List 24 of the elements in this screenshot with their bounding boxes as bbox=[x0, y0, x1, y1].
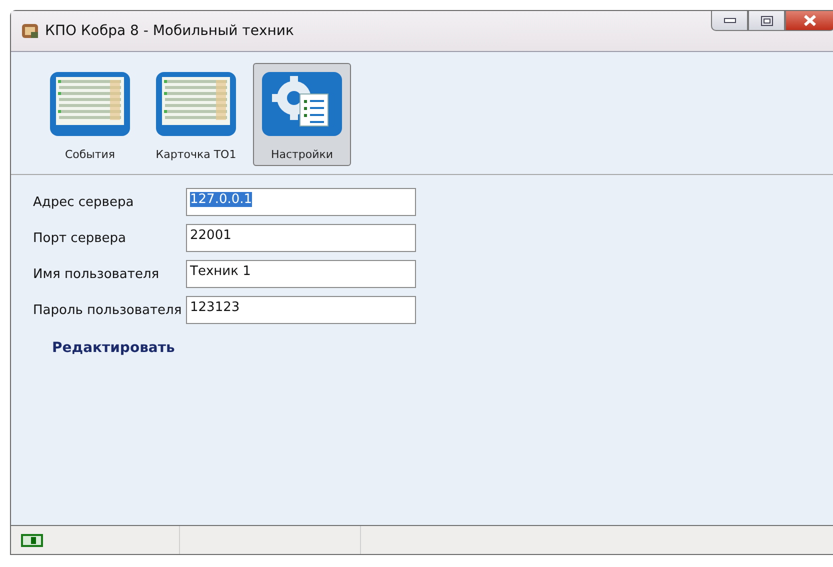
minimize-icon bbox=[724, 18, 736, 23]
toolbar-button[interactable]: Карточка ТО1 bbox=[147, 63, 245, 166]
field-label: Порт сервера bbox=[33, 230, 127, 246]
input-field[interactable]: Техник 1 bbox=[186, 260, 416, 288]
input-field[interactable]: 123123 bbox=[186, 296, 416, 324]
gear-document-icon bbox=[262, 72, 342, 136]
input-field[interactable]: 127.0.0.1 bbox=[186, 188, 416, 216]
minimize-button[interactable] bbox=[711, 11, 748, 31]
maximize-icon bbox=[760, 16, 772, 26]
input-field[interactable]: 22001 bbox=[186, 224, 416, 252]
window-title: КПО Кобра 8 - Мобильный техник bbox=[45, 23, 294, 39]
close-icon bbox=[804, 15, 816, 26]
edit-link[interactable]: Редактировать bbox=[52, 340, 175, 356]
toolbar-button[interactable]: Настройки bbox=[253, 63, 351, 166]
table-icon bbox=[50, 72, 130, 136]
toolbar-button[interactable]: События bbox=[41, 63, 139, 166]
close-button[interactable] bbox=[785, 11, 833, 31]
maximize-button[interactable] bbox=[748, 11, 785, 31]
table-icon bbox=[156, 72, 236, 136]
field-label: Адрес сервера bbox=[33, 194, 135, 210]
field-label: Пароль пользователя bbox=[33, 302, 183, 318]
connection-indicator-icon bbox=[21, 534, 43, 546]
field-label: Имя пользователя bbox=[33, 266, 160, 282]
app-icon bbox=[21, 22, 39, 40]
